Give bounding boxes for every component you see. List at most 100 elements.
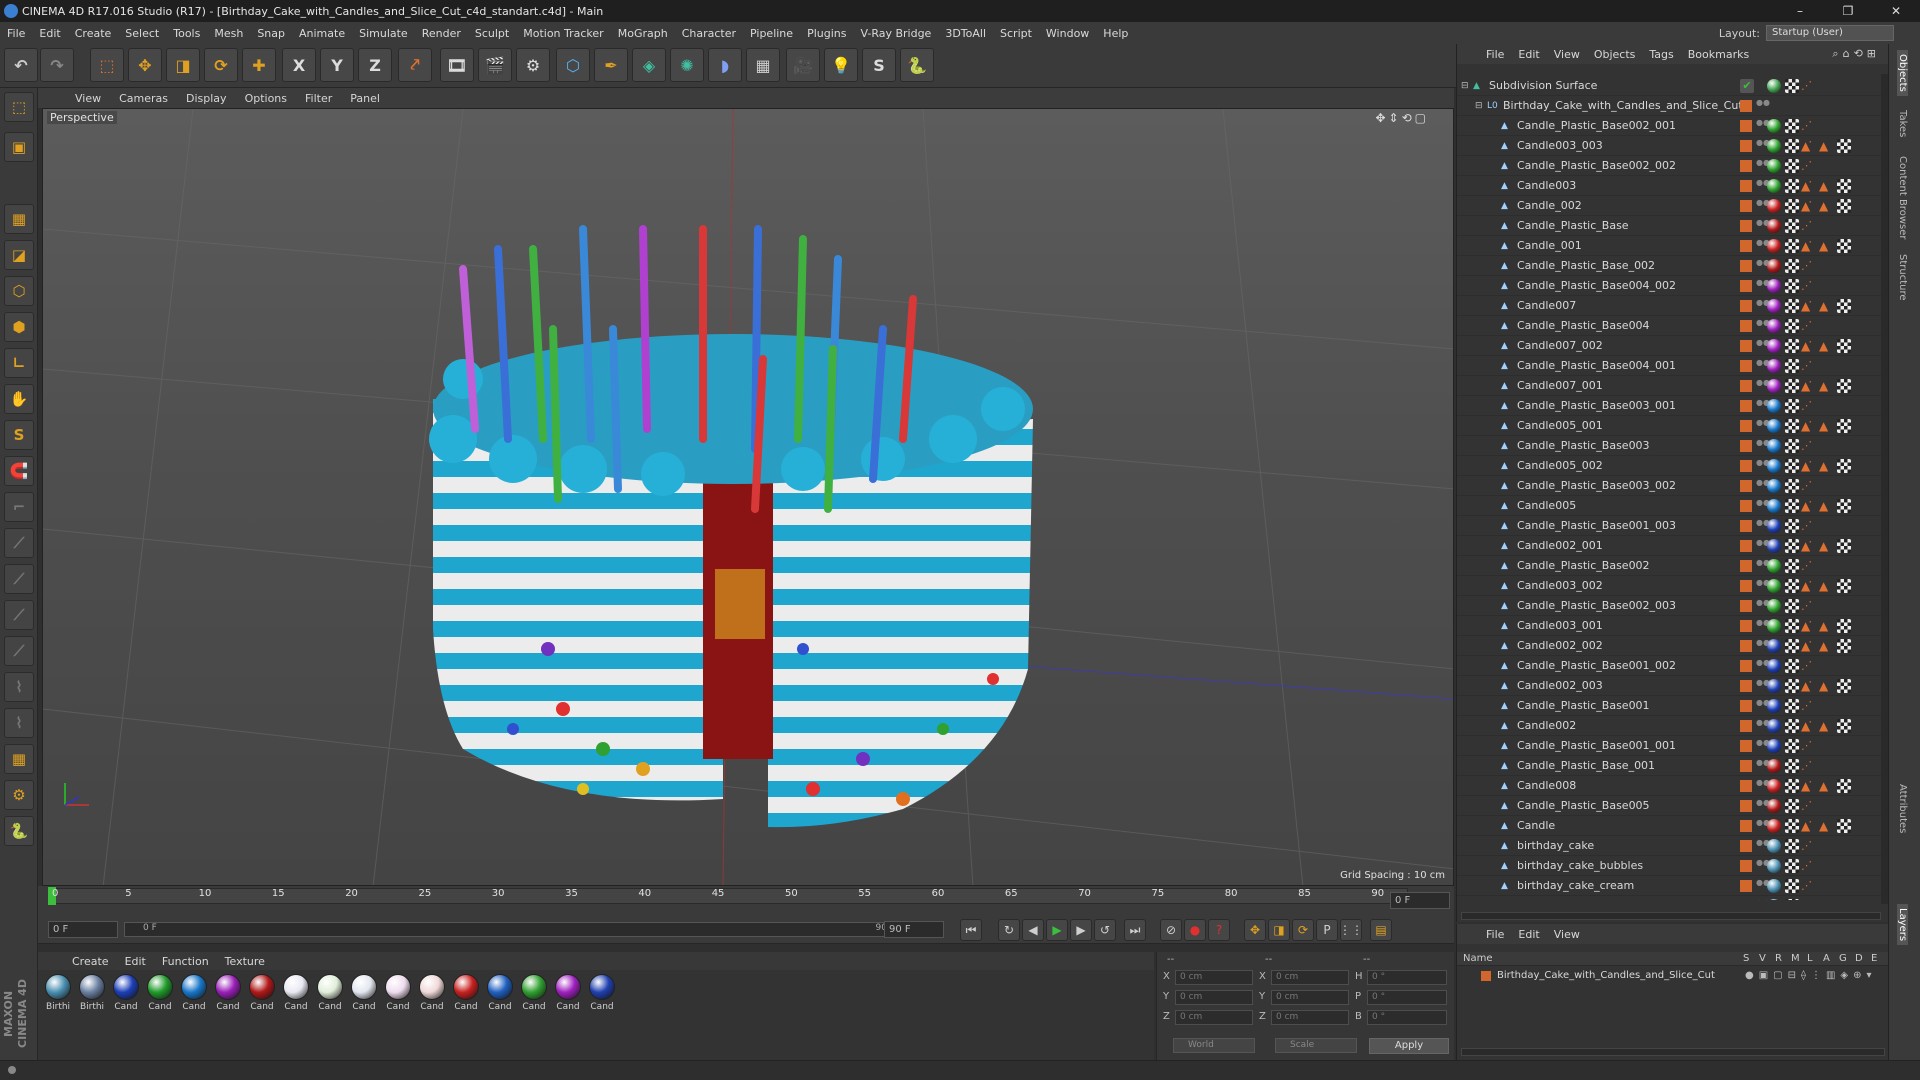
menu-character[interactable]: Character	[675, 27, 743, 40]
menu-script[interactable]: Script	[993, 27, 1039, 40]
uvw-tag-icon[interactable]: ⋰	[1801, 559, 1815, 573]
object-name[interactable]: Candle_Plastic_Base004	[1517, 319, 1650, 332]
material-tag-icon[interactable]	[1767, 759, 1781, 773]
layer-column-v[interactable]: V	[1759, 953, 1766, 964]
menu-file[interactable]: File	[0, 27, 32, 40]
object-row[interactable]: ▲ Candle003_003 ●● ⋰ ▲ ▲	[1457, 136, 1889, 156]
object-name[interactable]: Candle003	[1517, 179, 1576, 192]
timeline-end-field[interactable]: 0 F	[1390, 892, 1450, 909]
object-row[interactable]: ▲ Candle_Plastic_Base002_003 ●● ⋰	[1457, 596, 1889, 616]
uvw-tag-icon[interactable]: ⋰	[1801, 599, 1815, 613]
material-menu-create[interactable]: Create	[64, 955, 117, 968]
material-swatch[interactable]: Cand	[382, 974, 414, 1020]
visibility-dots-icon[interactable]: ●●	[1756, 799, 1770, 813]
texture-tag-icon[interactable]	[1785, 599, 1799, 613]
layer-color-icon[interactable]	[1740, 540, 1752, 552]
python-icon[interactable]: 🐍	[900, 48, 934, 82]
visibility-dots-icon[interactable]: ●●	[1756, 519, 1770, 533]
layer-menu-view[interactable]: View	[1547, 928, 1587, 941]
object-name[interactable]: Candle_002	[1517, 199, 1582, 212]
layer-color-icon[interactable]	[1740, 100, 1752, 112]
minimize-button[interactable]: –	[1780, 0, 1820, 22]
coord-position-field[interactable]: 0 cm	[1175, 1010, 1253, 1025]
object-row[interactable]: ▲ Candle002_003 ●● ⋰ ▲ ▲	[1457, 676, 1889, 696]
object-name[interactable]: Candle	[1517, 819, 1555, 832]
texture-tag-icon[interactable]	[1785, 499, 1799, 513]
uvw-tag-icon[interactable]: ⋰	[1801, 79, 1815, 93]
visibility-dots-icon[interactable]: ●●	[1756, 599, 1770, 613]
render-picture-viewer-icon[interactable]: 🎬	[478, 48, 512, 82]
visibility-dots-icon[interactable]: ●●	[1756, 339, 1770, 353]
visibility-dots-icon[interactable]: ●●	[1756, 379, 1770, 393]
object-row[interactable]: ▲ Candle_Plastic_Base001_001 ●● ⋰	[1457, 736, 1889, 756]
texture-tag-icon[interactable]	[1785, 819, 1799, 833]
uvw-tag-icon[interactable]: ⋰	[1801, 219, 1815, 233]
visibility-dots-icon[interactable]: ●●	[1756, 559, 1770, 573]
phong-tag-icon[interactable]: ▲	[1819, 199, 1833, 213]
texture-tag-icon[interactable]	[1785, 559, 1799, 573]
menu-plugins[interactable]: Plugins	[800, 27, 853, 40]
menu-3dtoall[interactable]: 3DToAll	[938, 27, 993, 40]
object-row[interactable]: ▲ Candle ●● ⋰ ▲ ▲	[1457, 816, 1889, 836]
layer-color-icon[interactable]	[1740, 760, 1752, 772]
texture-tag-icon[interactable]	[1785, 359, 1799, 373]
visibility-dots-icon[interactable]: ●●	[1756, 119, 1770, 133]
phong-tag-icon[interactable]: ▲	[1819, 299, 1833, 313]
object-name[interactable]: Candle005_002	[1517, 459, 1603, 472]
object-name[interactable]: Candle007_002	[1517, 339, 1603, 352]
object-name[interactable]: Candle_Plastic_Base004_001	[1517, 359, 1676, 372]
texture-tag-icon[interactable]	[1785, 719, 1799, 733]
phong-tag-icon[interactable]: ▲	[1801, 179, 1815, 193]
object-name[interactable]: Candle005_001	[1517, 419, 1603, 432]
side-tab-takes[interactable]: Takes	[1897, 110, 1908, 137]
object-name[interactable]: bithday_cake	[1517, 899, 1590, 900]
uvw-tag-icon[interactable]: ⋰	[1801, 839, 1815, 853]
object-row[interactable]: ▲ Candle_Plastic_Base001 ●● ⋰	[1457, 696, 1889, 716]
checker-tag-icon[interactable]	[1837, 179, 1851, 193]
layer-color-icon[interactable]	[1740, 400, 1752, 412]
layer-column-r[interactable]: R	[1775, 953, 1782, 964]
material-tag-icon[interactable]	[1767, 539, 1781, 553]
sculpt-inflate-icon[interactable]: ⟋	[4, 600, 34, 630]
live-selection-icon[interactable]: ⬚	[90, 48, 124, 82]
python-icon[interactable]: 🐍	[4, 816, 34, 846]
menu-animate[interactable]: Animate	[292, 27, 352, 40]
layer-row[interactable]: Birthday_Cake_with_Candles_and_Slice_Cut…	[1461, 968, 1885, 986]
layer-color-icon[interactable]	[1740, 380, 1752, 392]
material-swatch[interactable]: Cand	[484, 974, 516, 1020]
goto-end-icon[interactable]: ⏭	[1124, 919, 1146, 941]
layer-color-icon[interactable]	[1740, 160, 1752, 172]
visibility-dots-icon[interactable]: ●●	[1756, 399, 1770, 413]
object-row[interactable]: ▲ birthday_cake ●● ⋰	[1457, 836, 1889, 856]
texture-tag-icon[interactable]	[1785, 619, 1799, 633]
checker-tag-icon[interactable]	[1837, 459, 1851, 473]
key-scale-icon[interactable]: ◨	[1268, 919, 1290, 941]
layer-color-icon[interactable]	[1740, 620, 1752, 632]
layer-color-icon[interactable]	[1740, 800, 1752, 812]
texture-tag-icon[interactable]	[1785, 459, 1799, 473]
object-menu-tags[interactable]: Tags	[1642, 48, 1680, 61]
texture-tag-icon[interactable]	[1785, 219, 1799, 233]
layer-color-icon[interactable]	[1740, 640, 1752, 652]
object-row[interactable]: ⊟ ▲ Subdivision Surface ✔ ⋰	[1457, 76, 1889, 96]
texture-tag-icon[interactable]	[1785, 159, 1799, 173]
visibility-dots-icon[interactable]: ●●	[1756, 659, 1770, 673]
material-tag-icon[interactable]	[1767, 79, 1781, 93]
pen-icon[interactable]: ✒	[594, 48, 628, 82]
max-frame-field[interactable]: 90 F	[884, 921, 944, 938]
object-row[interactable]: ▲ Candle_002 ●● ⋰ ▲ ▲	[1457, 196, 1889, 216]
uvw-tag-icon[interactable]: ⋰	[1801, 759, 1815, 773]
quantize-icon[interactable]: ⚙	[4, 780, 34, 810]
phong-tag-icon[interactable]: ▲	[1801, 419, 1815, 433]
phong-tag-icon[interactable]: ▲	[1819, 459, 1833, 473]
menu-help[interactable]: Help	[1096, 27, 1135, 40]
side-tab-structure[interactable]: Structure	[1897, 254, 1908, 301]
z-axis-icon[interactable]: Z	[358, 48, 392, 82]
object-row[interactable]: ▲ birthday_cake_cream ●● ⋰	[1457, 876, 1889, 896]
camera-icon[interactable]: 🎥	[786, 48, 820, 82]
sculpt-pinch-icon[interactable]: ⌇	[4, 708, 34, 738]
visibility-dots-icon[interactable]: ●●	[1756, 759, 1770, 773]
texture-tag-icon[interactable]	[1785, 399, 1799, 413]
layer-color-icon[interactable]	[1740, 140, 1752, 152]
object-name[interactable]: Candle003_002	[1517, 579, 1603, 592]
